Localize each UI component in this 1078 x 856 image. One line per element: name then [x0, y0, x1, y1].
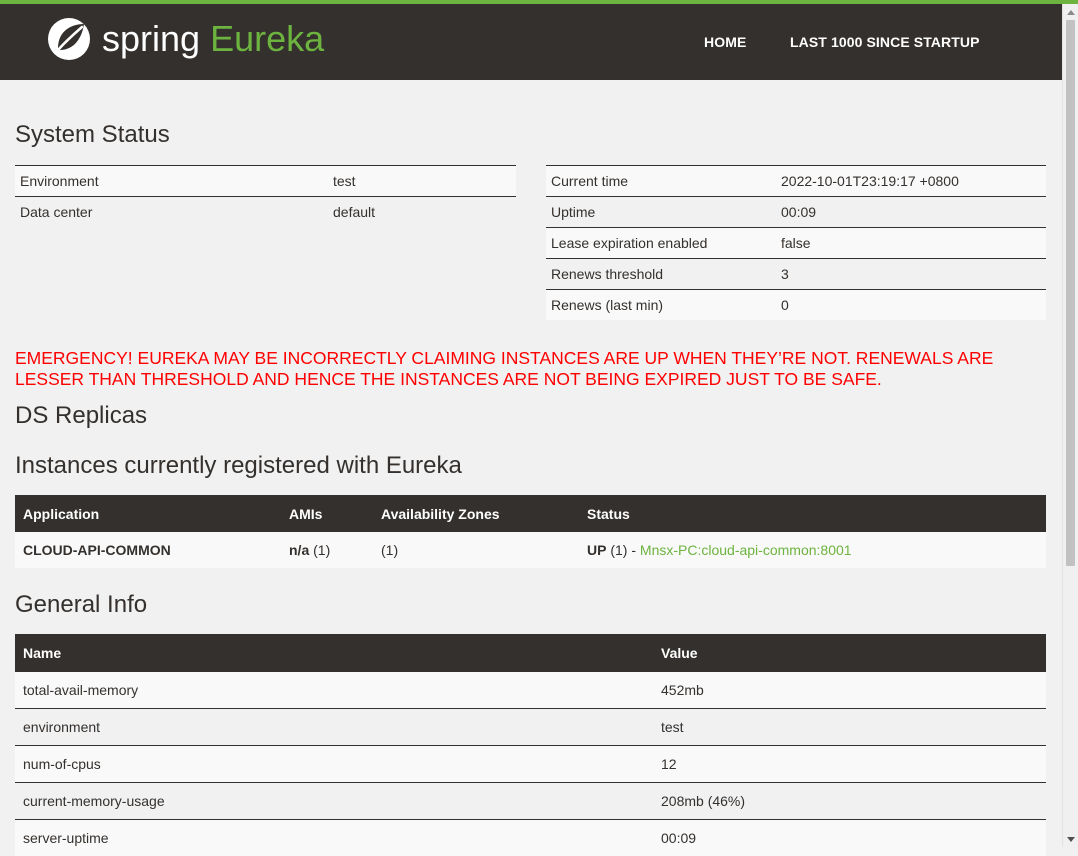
brand-logo-link[interactable]: springEureka: [46, 16, 324, 62]
info-value: 00:09: [653, 820, 1046, 856]
column-header-application: Application: [15, 495, 281, 532]
status-value: 00:09: [776, 197, 1046, 228]
status-key: Data center: [15, 197, 328, 228]
column-header-value: Value: [653, 634, 1046, 672]
info-name: current-memory-usage: [15, 783, 653, 820]
instance-status-count: (1) -: [606, 542, 639, 558]
spring-leaf-icon: [46, 16, 94, 62]
scroll-up-arrow-icon[interactable]: [1067, 10, 1075, 15]
navbar: springEureka HOME LAST 1000 SINCE STARTU…: [0, 4, 1062, 80]
ami-count: (1): [309, 542, 330, 558]
info-name: server-uptime: [15, 820, 653, 856]
table-row: Uptime 00:09: [546, 197, 1046, 228]
table-row: CLOUD-API-COMMON n/a (1) (1) UP (1) - Mn…: [15, 532, 1046, 568]
status-key: Lease expiration enabled: [546, 228, 776, 259]
instances-table: Application AMIs Availability Zones Stat…: [15, 495, 1046, 568]
ami-value: n/a: [289, 542, 309, 558]
brand-spring-text: spring: [102, 18, 200, 59]
table-row: environment test: [15, 709, 1046, 746]
status-key: Renews (last min): [546, 290, 776, 321]
nav-last-1000-link[interactable]: LAST 1000 SINCE STARTUP: [790, 34, 980, 50]
status-value: test: [328, 166, 516, 197]
info-value: 452mb: [653, 672, 1046, 709]
instance-status: UP: [587, 542, 606, 558]
application-cell: CLOUD-API-COMMON: [15, 532, 281, 568]
column-header-availability-zones: Availability Zones: [373, 495, 579, 532]
table-row: current-memory-usage 208mb (46%): [15, 783, 1046, 820]
availability-zones-cell: (1): [373, 532, 579, 568]
status-value: 2022-10-01T23:19:17 +0800: [776, 166, 1046, 197]
info-value: test: [653, 709, 1046, 746]
table-row: Current time 2022-10-01T23:19:17 +0800: [546, 166, 1046, 197]
table-row: Data center default: [15, 197, 516, 228]
status-key: Current time: [546, 166, 776, 197]
system-status-heading: System Status: [15, 121, 170, 149]
status-key: Uptime: [546, 197, 776, 228]
scroll-down-arrow-icon[interactable]: [1067, 837, 1075, 842]
table-row: total-avail-memory 452mb: [15, 672, 1046, 709]
table-row: server-uptime 00:09: [15, 820, 1046, 856]
system-status-right-table: Current time 2022-10-01T23:19:17 +0800 U…: [546, 165, 1046, 320]
instance-link[interactable]: Mnsx-PC:cloud-api-common:8001: [640, 542, 852, 558]
table-row: Renews threshold 3: [546, 259, 1046, 290]
scrollbar-thumb[interactable]: [1066, 20, 1075, 566]
table-row: Renews (last min) 0: [546, 290, 1046, 321]
info-value: 12: [653, 746, 1046, 783]
status-value: default: [328, 197, 516, 228]
application-name: CLOUD-API-COMMON: [23, 542, 171, 558]
brand-eureka-text: Eureka: [210, 18, 324, 59]
instances-heading: Instances currently registered with Eure…: [15, 452, 462, 480]
table-row: Environment test: [15, 166, 516, 197]
status-cell: UP (1) - Mnsx-PC:cloud-api-common:8001: [579, 532, 1046, 568]
table-header-row: Name Value: [15, 634, 1046, 672]
status-value: 3: [776, 259, 1046, 290]
status-value: 0: [776, 290, 1046, 321]
info-value: 208mb (46%): [653, 783, 1046, 820]
ds-replicas-heading: DS Replicas: [15, 402, 147, 430]
column-header-name: Name: [15, 634, 653, 672]
general-info-table: Name Value total-avail-memory 452mb envi…: [15, 634, 1046, 856]
table-row: Lease expiration enabled false: [546, 228, 1046, 259]
info-name: num-of-cpus: [15, 746, 653, 783]
column-header-status: Status: [579, 495, 1046, 532]
general-info-heading: General Info: [15, 591, 147, 619]
amis-cell: n/a (1): [281, 532, 373, 568]
column-header-amis: AMIs: [281, 495, 373, 532]
status-value: false: [776, 228, 1046, 259]
vertical-scrollbar[interactable]: [1062, 4, 1078, 847]
nav-home-link[interactable]: HOME: [704, 34, 746, 50]
info-name: total-avail-memory: [15, 672, 653, 709]
info-name: environment: [15, 709, 653, 746]
status-key: Environment: [15, 166, 328, 197]
table-header-row: Application AMIs Availability Zones Stat…: [15, 495, 1046, 532]
system-status-left-table: Environment test Data center default: [15, 165, 516, 227]
status-key: Renews threshold: [546, 259, 776, 290]
emergency-warning: EMERGENCY! EUREKA MAY BE INCORRECTLY CLA…: [15, 348, 1050, 390]
table-row: num-of-cpus 12: [15, 746, 1046, 783]
